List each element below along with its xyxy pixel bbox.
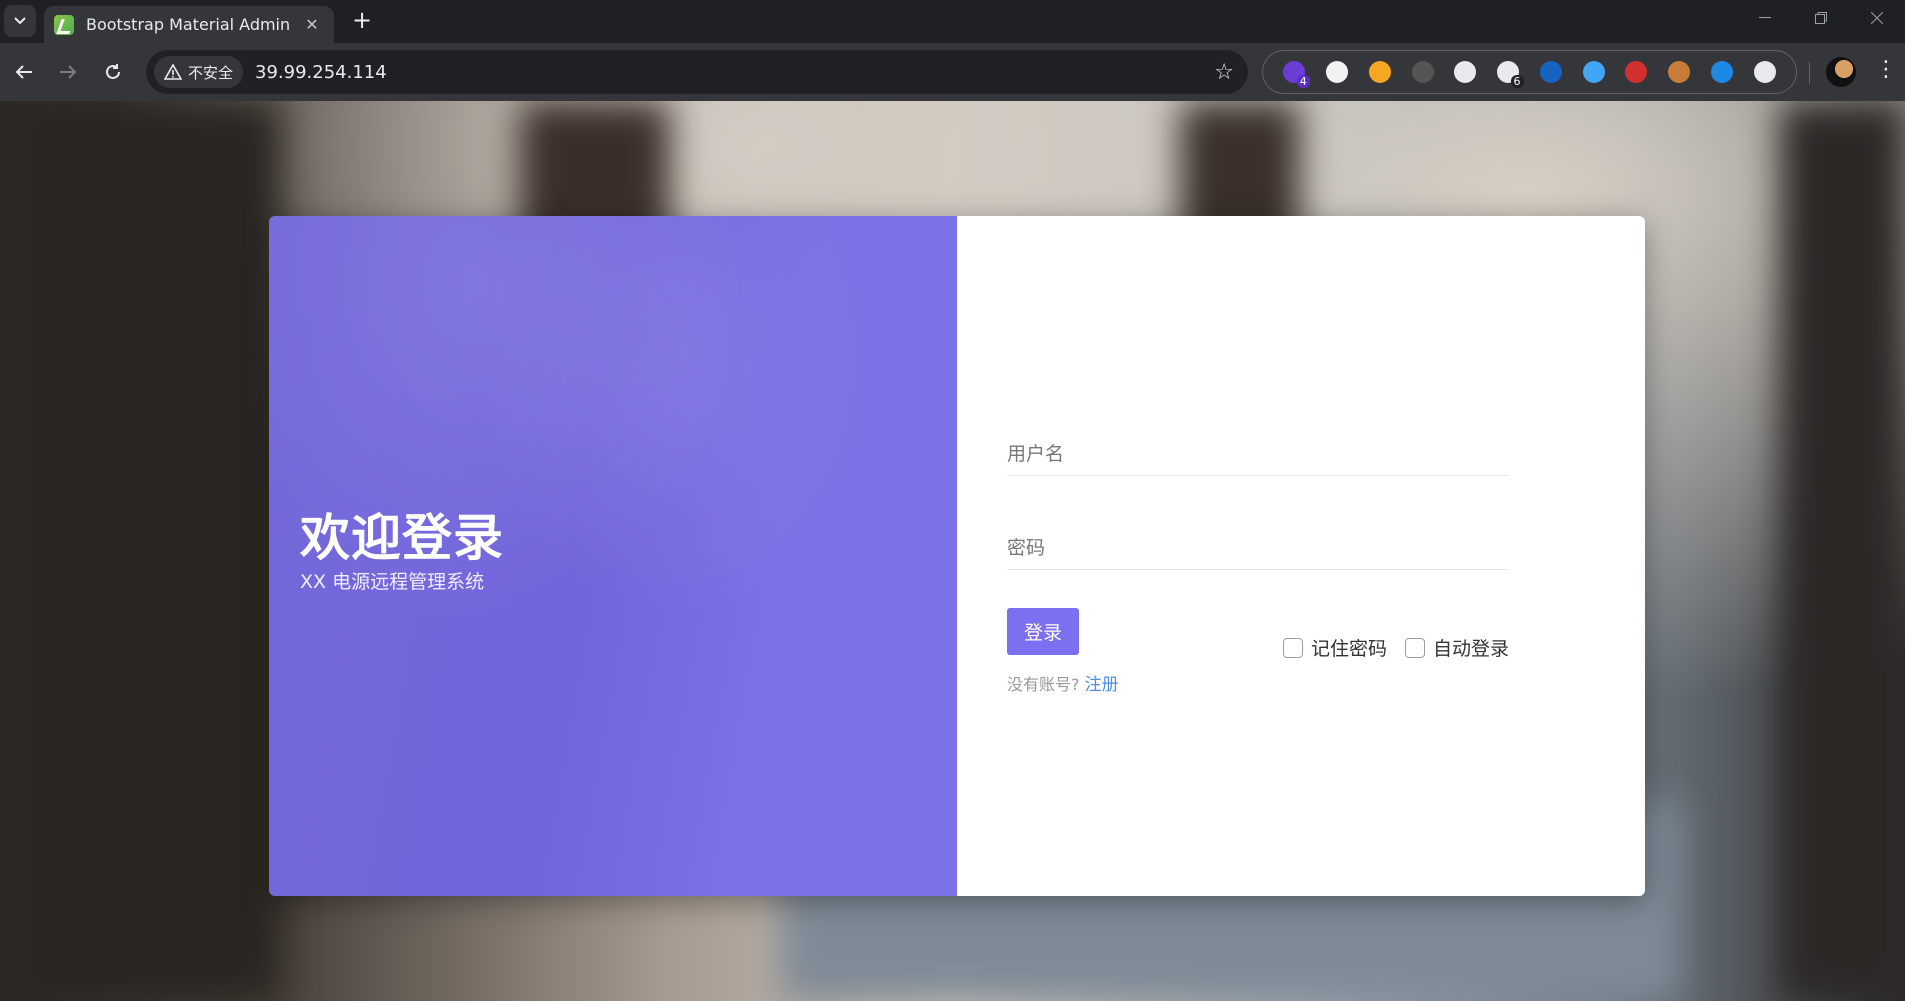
ext-arrow-icon[interactable] — [1359, 50, 1402, 94]
security-chip[interactable]: 不安全 — [154, 56, 244, 88]
ext-qr-icon[interactable]: 6 — [1487, 50, 1530, 94]
remember-password-checkbox[interactable] — [1282, 637, 1303, 658]
password-input[interactable] — [1007, 518, 1509, 569]
ext-bolt-icon[interactable] — [1701, 50, 1744, 94]
profile-avatar[interactable] — [1826, 57, 1856, 87]
ext-circle-icon[interactable] — [1316, 50, 1359, 94]
no-account-text: 没有账号? — [1007, 675, 1080, 694]
back-button[interactable] — [8, 56, 40, 88]
ext-bolt-icon-glyph — [1710, 61, 1733, 83]
login-options: 记住密码 自动登录 — [1282, 634, 1509, 661]
tab-search-button[interactable] — [4, 5, 36, 37]
ext-glasses-icon[interactable] — [1572, 50, 1615, 94]
login-button[interactable]: 登录 — [1007, 608, 1079, 655]
url-text[interactable]: 39.99.254.114 — [255, 62, 1214, 83]
ext-record-icon-glyph — [1625, 61, 1648, 83]
register-link[interactable]: 注册 — [1085, 675, 1119, 695]
page-viewport: 欢迎登录 XX 电源远程管理系统 登录 记住密码 自动登录 — [0, 101, 1905, 1001]
toolbar-divider — [1809, 62, 1810, 84]
auto-login-label: 自动登录 — [1432, 638, 1509, 660]
username-field — [1007, 424, 1509, 476]
window-close-icon[interactable] — [1849, 0, 1905, 36]
login-form-panel: 登录 记住密码 自动登录 没有账号? 注册 — [957, 216, 1645, 896]
remember-password-option[interactable]: 记住密码 — [1282, 634, 1387, 661]
warning-icon — [164, 64, 182, 80]
ext-face-icon[interactable] — [1444, 50, 1487, 94]
tab-title: Bootstrap Material Admin — [86, 15, 291, 34]
ext-arrow-icon-glyph — [1368, 61, 1391, 83]
security-label: 不安全 — [188, 63, 234, 82]
welcome-panel: 欢迎登录 XX 电源远程管理系统 — [269, 216, 957, 896]
ext-hat-icon-glyph — [1411, 61, 1434, 83]
back-arrow-icon — [15, 65, 32, 79]
welcome-title: 欢迎登录 — [300, 509, 504, 567]
auto-login-option[interactable]: 自动登录 — [1404, 634, 1509, 661]
reload-button[interactable] — [97, 56, 129, 88]
new-tab-button[interactable]: + — [346, 4, 378, 36]
menu-kebab-icon[interactable]: ⋮ — [1874, 57, 1898, 87]
system-subtitle: XX 电源远程管理系统 — [300, 571, 485, 593]
chevron-down-icon — [14, 17, 26, 25]
username-input[interactable] — [1007, 424, 1509, 475]
register-prompt: 没有账号? 注册 — [1007, 670, 1119, 695]
tab-strip: Bootstrap Material Admin ✕ + — [0, 0, 1905, 43]
ext-puzzle-icon-glyph — [1753, 61, 1776, 83]
extension-badge: 6 — [1510, 75, 1524, 88]
ext-hat-icon[interactable] — [1401, 50, 1444, 94]
forward-arrow-icon — [60, 65, 77, 79]
ext-purple-icon[interactable]: 4 — [1273, 50, 1316, 94]
browser-toolbar: 不安全 39.99.254.114 ☆ 46 ⋮ — [0, 43, 1905, 101]
close-icon[interactable]: ✕ — [300, 15, 324, 34]
ext-cookie-icon-glyph — [1668, 61, 1691, 83]
extensions-bar: 46 — [1262, 50, 1797, 94]
bookmark-star-icon[interactable]: ☆ — [1214, 60, 1234, 85]
background-building — [20, 101, 280, 1001]
restore-icon[interactable] — [1793, 0, 1849, 36]
ext-hourglass-icon[interactable] — [1530, 50, 1573, 94]
ext-glasses-icon-glyph — [1582, 61, 1605, 83]
address-bar[interactable]: 不安全 39.99.254.114 ☆ — [146, 50, 1248, 94]
forward-button[interactable] — [52, 56, 84, 88]
ext-cookie-icon[interactable] — [1658, 50, 1701, 94]
background-building — [1780, 101, 1905, 1001]
favicon-icon — [54, 14, 74, 35]
ext-circle-icon-glyph — [1326, 61, 1349, 83]
login-card: 欢迎登录 XX 电源远程管理系统 登录 记住密码 自动登录 — [269, 216, 1645, 896]
ext-record-icon[interactable] — [1615, 50, 1658, 94]
ext-face-icon-glyph — [1454, 61, 1477, 83]
auto-login-checkbox[interactable] — [1404, 637, 1425, 658]
ext-hourglass-icon-glyph — [1539, 61, 1562, 83]
password-field — [1007, 518, 1509, 570]
extension-badge: 4 — [1296, 75, 1310, 88]
window-controls — [1737, 0, 1905, 36]
reload-icon — [106, 64, 120, 79]
minimize-icon[interactable] — [1737, 0, 1793, 36]
browser-tab[interactable]: Bootstrap Material Admin ✕ — [44, 6, 334, 43]
ext-puzzle-icon[interactable] — [1743, 50, 1786, 94]
remember-password-label: 记住密码 — [1310, 638, 1387, 660]
